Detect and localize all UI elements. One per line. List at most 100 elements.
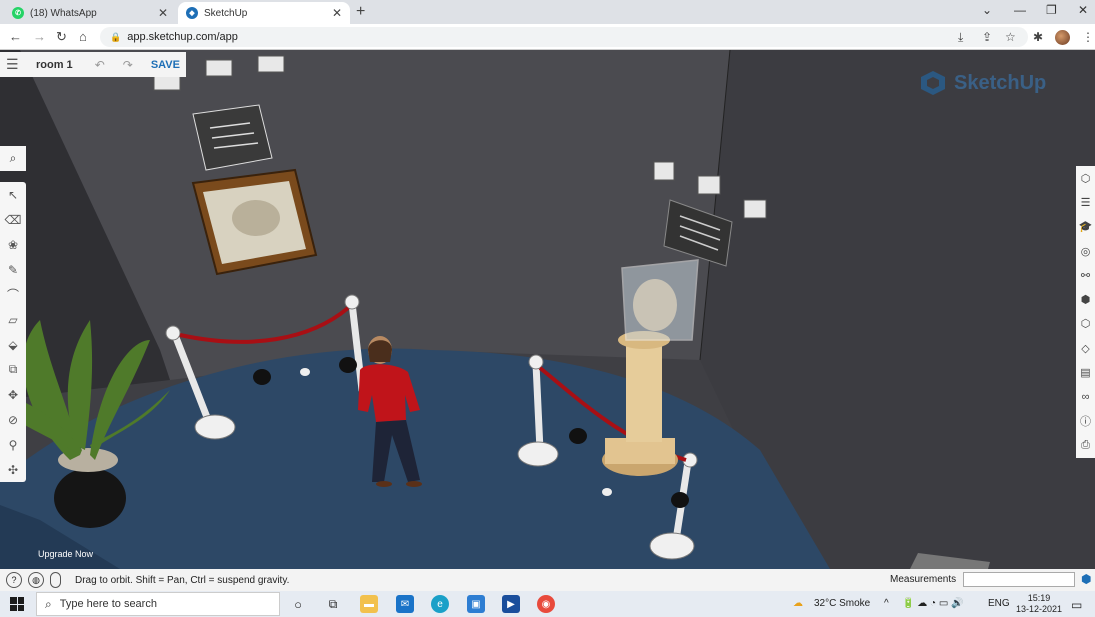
- upgrade-now-link[interactable]: Upgrade Now: [38, 549, 93, 559]
- sketchup-icon: ◆: [186, 7, 198, 19]
- new-tab-button[interactable]: +: [356, 3, 365, 21]
- tab-sketchup[interactable]: ◆ SketchUp ✕: [178, 2, 350, 24]
- tray-chevron-icon[interactable]: ^: [884, 598, 889, 609]
- status-hint: Drag to orbit. Shift = Pan, Ctrl = suspe…: [75, 574, 290, 586]
- outliner-button[interactable]: ⬢: [1076, 287, 1095, 311]
- weather-icon: ☁: [793, 598, 803, 609]
- materials-button[interactable]: ◎: [1076, 239, 1095, 263]
- windows-start-button[interactable]: [10, 597, 24, 611]
- search-icon: ⌕: [45, 596, 52, 611]
- measurements-label: Measurements: [890, 574, 957, 585]
- maximize-button[interactable]: ❐: [1046, 3, 1057, 17]
- language-indicator[interactable]: ENG: [988, 598, 1010, 609]
- arc-icon: ⌒: [6, 288, 19, 302]
- browser-tab-strip: ✆ (18) WhatsApp ✕ ◆ SketchUp ✕ + ⌄ — ❐ ✕: [0, 0, 1095, 24]
- pencil-tool-button[interactable]: ✎: [0, 257, 26, 282]
- rectangle-tool-button[interactable]: ▱: [0, 307, 26, 332]
- bookmark-star-icon[interactable]: ☆: [1005, 30, 1016, 44]
- tray-app-icons[interactable]: 🔋 ☁ ◔ ▭ 🔊: [902, 598, 964, 609]
- model-title[interactable]: room 1: [36, 59, 73, 71]
- move-tool-button[interactable]: ✥: [0, 382, 26, 407]
- tape-measure-icon: ⊘: [7, 412, 19, 427]
- sketchup-status-icon: ⬢: [1081, 572, 1092, 586]
- hamburger-menu-icon[interactable]: ☰: [6, 56, 22, 73]
- home-button[interactable]: ⌂: [79, 29, 87, 44]
- outliner-icon: ⬢: [1080, 294, 1091, 307]
- export-button[interactable]: ⎙: [1076, 433, 1095, 457]
- forward-button[interactable]: →: [33, 29, 46, 44]
- tags-icon: ◇: [1081, 342, 1090, 355]
- arc-tool-button[interactable]: ⌒: [0, 282, 26, 307]
- prime-video-icon[interactable]: ▶: [502, 595, 520, 613]
- notification-icon[interactable]: ▭: [1071, 598, 1082, 612]
- back-button[interactable]: ←: [9, 29, 22, 44]
- extensions-icon[interactable]: ✱: [1033, 30, 1043, 44]
- edge-icon[interactable]: e: [431, 595, 449, 613]
- globe-icon[interactable]: ◍: [28, 572, 44, 588]
- move-icon: ✥: [7, 387, 19, 402]
- select-icon: ↖: [7, 187, 19, 202]
- address-bar: ← → ↻ ⌂ 🔒 app.sketchup.com/app ⤓ ⇪ ☆ ✱ ⋮: [0, 24, 1095, 50]
- tab-whatsapp[interactable]: ✆ (18) WhatsApp ✕: [4, 2, 176, 24]
- instructor-button[interactable]: 🎓: [1076, 215, 1095, 239]
- chrome-icon[interactable]: ◉: [537, 595, 555, 613]
- tab-label: (18) WhatsApp: [30, 7, 97, 19]
- browser-menu-icon[interactable]: ⋮: [1082, 30, 1094, 44]
- offset-icon: ⧉: [8, 362, 18, 376]
- walk-icon: ⚲: [8, 437, 18, 452]
- share-icon[interactable]: ⇪: [982, 30, 992, 44]
- instructor-icon: 🎓: [1078, 221, 1093, 234]
- taskbar-search[interactable]: ⌕ Type here to search: [36, 592, 280, 616]
- search-tool-button[interactable]: ⌕: [0, 146, 26, 171]
- sketchup-header: ☰ room 1 ↶ ↷ SAVE: [0, 52, 186, 77]
- push-pull-tool-button[interactable]: ⬙: [0, 332, 26, 357]
- save-button[interactable]: SAVE: [151, 59, 180, 71]
- select-tool-button[interactable]: ↖: [0, 182, 26, 207]
- cortana-icon[interactable]: ○: [289, 595, 307, 613]
- layers-icon: ☰: [1080, 196, 1091, 209]
- weather-text[interactable]: 32°C Smoke: [814, 598, 870, 609]
- tags-button[interactable]: ◇: [1076, 336, 1095, 360]
- solid-tools-button[interactable]: ⬡: [1076, 312, 1095, 336]
- model-viewport[interactable]: [0, 50, 1095, 569]
- search-icon: ⌕: [9, 151, 17, 165]
- help-icon[interactable]: ?: [6, 572, 22, 588]
- profile-avatar[interactable]: [1055, 30, 1070, 45]
- undo-icon[interactable]: ↶: [95, 58, 105, 72]
- whatsapp-icon: ✆: [12, 7, 24, 19]
- redo-icon[interactable]: ↷: [123, 58, 133, 72]
- task-view-icon[interactable]: ⧉: [324, 595, 342, 613]
- components-button[interactable]: ⚯: [1076, 263, 1095, 287]
- rectangle-icon: ▱: [8, 312, 18, 327]
- minimize-button[interactable]: —: [1014, 3, 1026, 17]
- measurements-input[interactable]: [963, 572, 1075, 587]
- offset-tool-button[interactable]: ⧉: [0, 357, 26, 382]
- file-explorer-icon[interactable]: ▬: [360, 595, 378, 613]
- tab-search-icon[interactable]: ⌄: [982, 3, 992, 17]
- url-field[interactable]: 🔒 app.sketchup.com/app: [100, 27, 1028, 47]
- push-pull-icon: ⬙: [8, 337, 18, 352]
- taskbar-clock[interactable]: 15:19 13-12-2021: [1016, 593, 1062, 615]
- eraser-icon: ⌫: [4, 212, 22, 227]
- scenes-button[interactable]: ▤: [1076, 360, 1095, 384]
- reload-button[interactable]: ↻: [56, 29, 67, 45]
- orbit-tool-button[interactable]: ✣: [0, 457, 26, 482]
- store-icon[interactable]: ▣: [467, 595, 485, 613]
- paint-tool-button[interactable]: ❀: [0, 232, 26, 257]
- layers-button[interactable]: ☰: [1076, 190, 1095, 214]
- close-icon[interactable]: ✕: [158, 6, 168, 20]
- orbit-icon: ✣: [7, 462, 19, 477]
- mail-icon[interactable]: ✉: [396, 595, 414, 613]
- clock-date: 13-12-2021: [1016, 604, 1063, 614]
- display-button[interactable]: ∞: [1076, 385, 1095, 409]
- install-icon[interactable]: ⤓: [958, 30, 963, 45]
- entity-info-button[interactable]: ⬡: [1076, 166, 1095, 190]
- tape-tool-button[interactable]: ⊘: [0, 407, 26, 432]
- close-icon[interactable]: ✕: [332, 6, 342, 20]
- right-panel-toolbar: ⬡ ☰ 🎓 ◎ ⚯ ⬢ ⬡ ◇ ▤ ∞ ⓘ ⎙: [1076, 166, 1095, 458]
- search-placeholder: Type here to search: [59, 598, 157, 610]
- window-close-button[interactable]: ✕: [1078, 3, 1088, 17]
- walk-tool-button[interactable]: ⚲: [0, 432, 26, 457]
- info-button[interactable]: ⓘ: [1076, 409, 1095, 433]
- eraser-tool-button[interactable]: ⌫: [0, 207, 26, 232]
